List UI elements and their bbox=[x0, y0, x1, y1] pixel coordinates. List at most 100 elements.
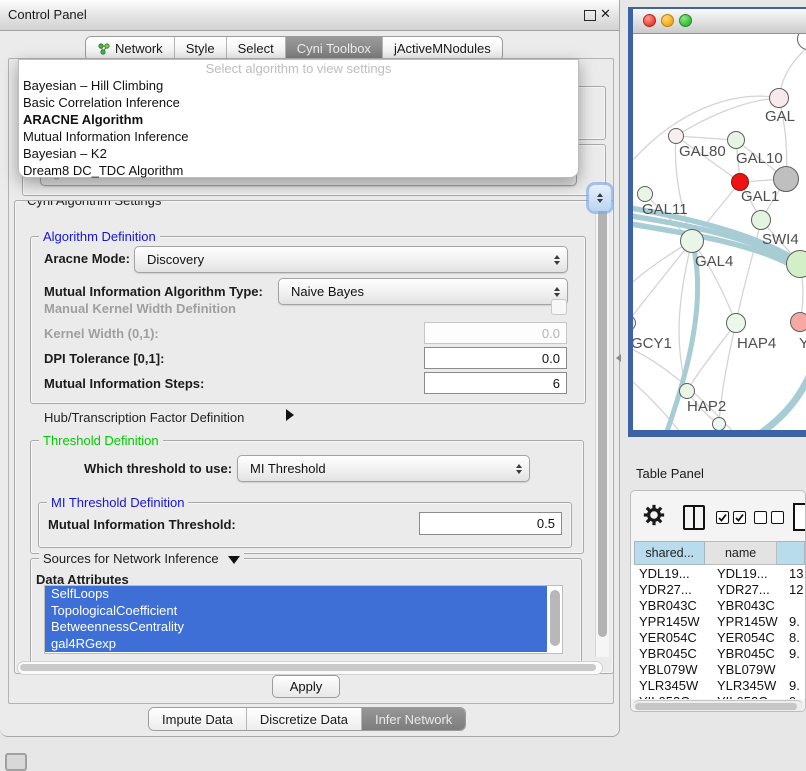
cyni-settings-legend: Cyni Algorithm Settings bbox=[23, 200, 165, 208]
dropdown-option[interactable]: Bayesian – K2 bbox=[19, 145, 578, 162]
network-node[interactable] bbox=[790, 312, 806, 332]
manual-kernel-width-checkbox[interactable] bbox=[551, 299, 567, 315]
dropdown-option[interactable]: Bayesian – Hill Climbing bbox=[19, 77, 578, 94]
expanded-arrow-icon[interactable] bbox=[228, 556, 240, 564]
table-row[interactable]: YBR043CYBR043C bbox=[631, 597, 806, 613]
network-canvas[interactable]: GAL GAL80 GAL10 GAL1 GAL11 SWI4 GAL4 GCY… bbox=[633, 34, 806, 430]
spinner-down-icon bbox=[597, 199, 603, 203]
file-icon[interactable] bbox=[793, 503, 806, 531]
tab-discretize-data[interactable]: Discretize Data bbox=[246, 708, 361, 730]
table-row[interactable]: YLR345WYLR345W9. bbox=[631, 677, 806, 693]
dropdown-option[interactable]: Mutual Information Inference bbox=[19, 128, 578, 145]
network-node[interactable] bbox=[712, 417, 726, 430]
apply-button[interactable]: Apply bbox=[272, 675, 340, 698]
tab-cyni-toolbox-label: Cyni Toolbox bbox=[297, 41, 371, 56]
network-node[interactable] bbox=[679, 383, 695, 399]
settings-vertical-scrollbar[interactable] bbox=[595, 205, 609, 657]
settings-vertical-scrollbar-thumb[interactable] bbox=[598, 207, 607, 637]
table-panel-title: Table Panel bbox=[636, 466, 704, 481]
table-body: YDL19...YDL19...13 YDR27...YDR27...12 YB… bbox=[631, 565, 806, 699]
aracne-mode-combobox[interactable]: Discovery bbox=[134, 246, 568, 273]
list-item[interactable]: gal4RGexp bbox=[45, 636, 547, 653]
column-header-partial[interactable] bbox=[777, 541, 805, 565]
float-window-icon[interactable] bbox=[584, 10, 596, 21]
which-threshold-combobox[interactable]: MI Threshold bbox=[237, 455, 530, 482]
network-node[interactable] bbox=[786, 250, 806, 278]
dpi-tolerance-label: DPI Tolerance [0,1]: bbox=[44, 351, 164, 366]
sources-legend-text: Sources for Network Inference bbox=[43, 551, 219, 566]
network-node[interactable] bbox=[727, 131, 745, 149]
table-row[interactable]: YIL052CYIL052C9 bbox=[631, 693, 806, 699]
network-node[interactable] bbox=[637, 186, 653, 202]
list-item[interactable]: TopologicalCoefficient bbox=[45, 603, 547, 620]
table-row[interactable]: YDR27...YDR27...12 bbox=[631, 581, 806, 597]
tab-network-label: Network bbox=[115, 41, 163, 56]
dropdown-option[interactable]: Basic Correlation Inference bbox=[19, 94, 578, 111]
tab-select[interactable]: Select bbox=[226, 37, 285, 60]
settings-horizontal-scrollbar[interactable] bbox=[17, 661, 603, 675]
table-row[interactable]: YER054CYER054C8. bbox=[631, 629, 806, 645]
mi-algorithm-type-combobox[interactable]: Naive Bayes bbox=[278, 278, 568, 305]
collapsed-arrow-icon[interactable] bbox=[286, 409, 294, 421]
table-row[interactable]: YDL19...YDL19...13 bbox=[631, 565, 806, 581]
splitpane-collapse-icon[interactable] bbox=[616, 354, 621, 362]
bottom-tabbar: Impute Data Discretize Data Infer Networ… bbox=[148, 707, 466, 731]
node-label: GAL4 bbox=[695, 253, 733, 270]
column-header-shared-name[interactable]: shared... bbox=[634, 541, 705, 565]
checked-columns-icon[interactable] bbox=[716, 511, 746, 524]
node-label: HAP2 bbox=[687, 398, 726, 415]
tab-impute-data[interactable]: Impute Data bbox=[149, 708, 246, 730]
mi-algorithm-type-value: Naive Bayes bbox=[279, 284, 364, 299]
algorithm-combobox-spinner[interactable] bbox=[589, 185, 611, 211]
list-item[interactable]: SelfLoops bbox=[45, 586, 547, 603]
tab-style-label: Style bbox=[186, 41, 215, 56]
minimize-traffic-light[interactable] bbox=[661, 14, 674, 27]
network-node[interactable] bbox=[668, 128, 684, 144]
network-node[interactable] bbox=[751, 210, 771, 230]
unchecked-columns-icon[interactable] bbox=[754, 511, 784, 524]
mi-threshold-definition-legend: MI Threshold Definition bbox=[47, 495, 188, 510]
dropdown-option-highlighted[interactable]: ARACNE Algorithm bbox=[19, 111, 578, 128]
table-row[interactable]: YBL079WYBL079W bbox=[631, 661, 806, 677]
settings-horizontal-scrollbar-thumb[interactable] bbox=[20, 664, 596, 671]
tab-network[interactable]: Network bbox=[86, 37, 174, 60]
tab-cyni-toolbox[interactable]: Cyni Toolbox bbox=[285, 37, 382, 60]
dropdown-option[interactable]: Dream8 DC_TDC Algorithm bbox=[19, 162, 578, 179]
node-label: GAL11 bbox=[642, 201, 688, 218]
algorithm-definition-legend: Algorithm Definition bbox=[39, 229, 160, 244]
zoom-traffic-light[interactable] bbox=[679, 14, 692, 27]
close-icon[interactable]: ✕ bbox=[600, 6, 611, 22]
tab-style[interactable]: Style bbox=[174, 37, 226, 60]
list-item[interactable]: BetweennessCentrality bbox=[45, 619, 547, 636]
control-panel-title: Control Panel bbox=[8, 7, 87, 22]
status-bar-grip-icon[interactable] bbox=[5, 753, 27, 771]
gear-icon[interactable] bbox=[643, 504, 665, 526]
tab-infer-network[interactable]: Infer Network bbox=[361, 708, 465, 730]
hub-definition-label[interactable]: Hub/Transcription Factor Definition bbox=[44, 410, 244, 425]
network-window-titlebar[interactable] bbox=[633, 9, 806, 34]
table-row[interactable]: YPR145WYPR145W9. bbox=[631, 613, 806, 629]
mi-steps-field[interactable]: 6 bbox=[424, 372, 567, 394]
node-label: GAL1 bbox=[741, 188, 779, 205]
tab-jactivemnodules[interactable]: jActiveMNodules bbox=[382, 37, 502, 60]
close-traffic-light[interactable] bbox=[643, 14, 656, 27]
mi-threshold-field[interactable]: 0.5 bbox=[419, 512, 562, 535]
mi-threshold-label: Mutual Information Threshold: bbox=[48, 517, 236, 532]
table-horizontal-scrollbar[interactable] bbox=[633, 700, 803, 712]
aracne-mode-label: Aracne Mode: bbox=[44, 251, 130, 266]
combo-arrows-icon bbox=[516, 456, 522, 481]
column-header-name[interactable]: name bbox=[705, 541, 776, 565]
combo-arrows-icon bbox=[554, 247, 560, 272]
list-scrollbar-thumb[interactable] bbox=[550, 590, 560, 646]
network-node[interactable] bbox=[769, 88, 789, 108]
split-columns-icon[interactable] bbox=[683, 505, 705, 530]
table-horizontal-scrollbar-thumb[interactable] bbox=[635, 703, 797, 710]
table-row[interactable]: YBR045CYBR045C9. bbox=[631, 645, 806, 661]
kernel-width-field[interactable]: 0.0 bbox=[424, 322, 567, 344]
tab-jactivemnodules-label: jActiveMNodules bbox=[394, 41, 491, 56]
node-label: HAP4 bbox=[737, 335, 776, 352]
dpi-tolerance-field[interactable]: 0.0 bbox=[424, 347, 567, 369]
dropdown-prompt: Select algorithm to view settings bbox=[19, 60, 578, 77]
network-node[interactable] bbox=[726, 313, 746, 333]
network-node[interactable] bbox=[680, 229, 704, 253]
